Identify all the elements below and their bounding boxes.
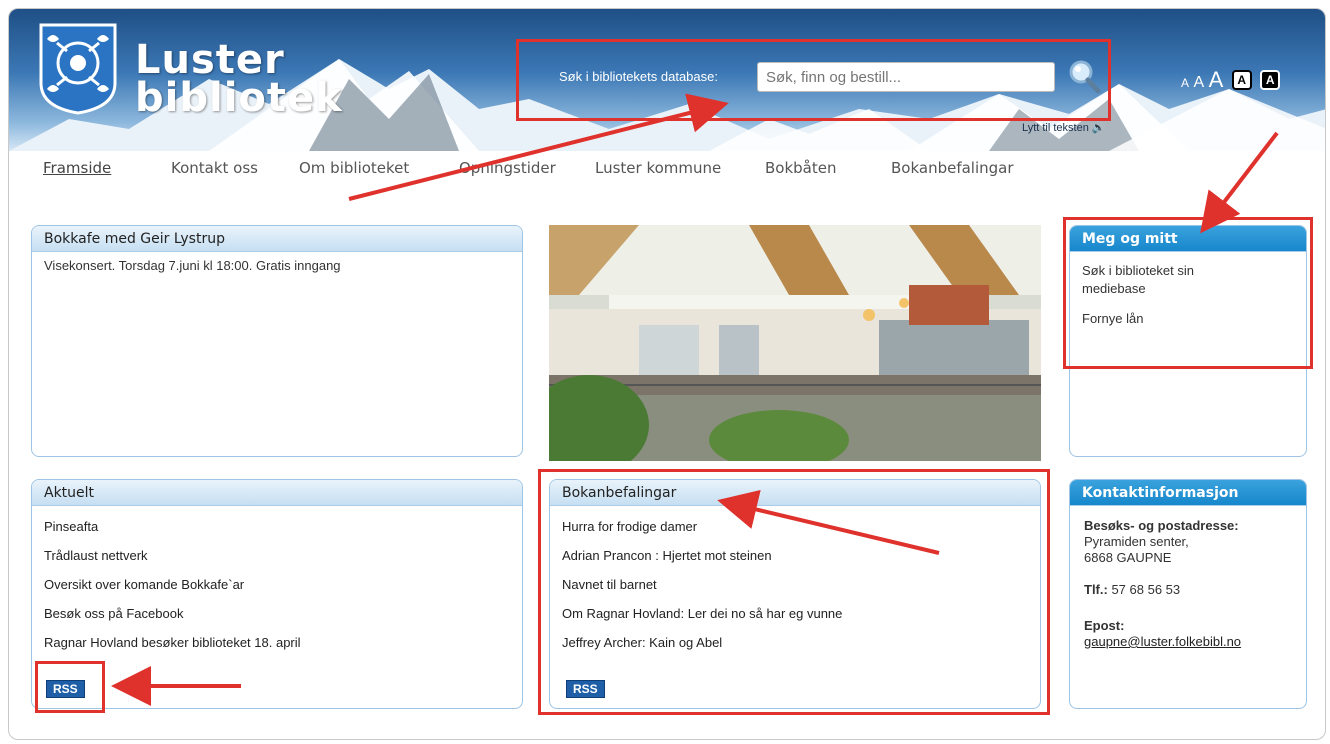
nav-item-kontakt-oss[interactable]: Kontakt oss <box>171 159 258 177</box>
bokkafe-text: Visekonsert. Torsdag 7.juni kl 18:00. Gr… <box>44 258 341 273</box>
address-label: Besøks- og postadresse: <box>1084 518 1239 533</box>
kontakt-panel: Kontaktinformasjon Besøks- og postadress… <box>1069 479 1307 709</box>
email-label: Epost: <box>1084 618 1125 633</box>
bokkafe-title[interactable]: Bokkafe med Geir Lystrup <box>32 226 522 252</box>
nav-item-bokanbefalingar[interactable]: Bokanbefalingar <box>891 159 1014 177</box>
aktuelt-list: Pinseafta Trådlaust nettverk Oversikt ov… <box>32 506 522 663</box>
aktuelt-item-facebook[interactable]: Besøk oss på Facebook <box>44 599 510 628</box>
font-size-small-button[interactable]: A <box>1181 76 1189 90</box>
search-input[interactable] <box>757 62 1055 92</box>
font-size-controls: A A A A A <box>1181 67 1281 93</box>
address-line-2: 6868 GAUPNE <box>1084 550 1172 565</box>
speaker-icon: 🔊 <box>1091 122 1106 134</box>
kontakt-body: Besøks- og postadresse: Pyramiden senter… <box>1070 506 1306 656</box>
logo-line-2: bibliotek <box>135 75 343 121</box>
search-label: Søk i bibliotekets database: <box>559 69 718 84</box>
contrast-high-button[interactable]: A <box>1260 70 1281 90</box>
browser-frame: Luster bibliotek Søk i bibliotekets data… <box>8 8 1326 740</box>
nav-item-framside[interactable]: Framside <box>43 159 111 177</box>
nav-item-luster-kommune[interactable]: Luster kommune <box>595 159 721 177</box>
site-header: Luster bibliotek Søk i bibliotekets data… <box>9 9 1325 151</box>
aktuelt-title[interactable]: Aktuelt <box>32 480 522 506</box>
listen-link-label: Lytt til teksten <box>1022 122 1089 134</box>
annotation-box-rss <box>35 661 105 713</box>
library-interior-photo <box>549 225 1041 461</box>
aktuelt-item-hovland[interactable]: Ragnar Hovland besøker biblioteket 18. a… <box>44 628 510 657</box>
search-icon[interactable] <box>1067 58 1101 94</box>
phone-label: Tlf.: <box>1084 582 1108 597</box>
annotation-box-bokanbefalingar <box>538 469 1050 715</box>
nav-item-om-biblioteket[interactable]: Om biblioteket <box>299 159 409 177</box>
aktuelt-item-pinseafta[interactable]: Pinseafta <box>44 512 510 541</box>
address-line-1: Pyramiden senter, <box>1084 534 1189 549</box>
logo-line-1: Luster <box>135 37 285 83</box>
phone-row: Tlf.: 57 68 56 53 <box>1084 582 1292 598</box>
site-logo-text[interactable]: Luster bibliotek <box>135 37 343 121</box>
bokkafe-panel: Bokkafe med Geir Lystrup Visekonsert. To… <box>31 225 523 457</box>
nav-item-opningstider[interactable]: Opningstider <box>459 159 556 177</box>
annotation-box-meg-og-mitt <box>1063 217 1313 369</box>
phone-number: 57 68 56 53 <box>1111 582 1181 597</box>
nav-item-bokbaten[interactable]: Bokbåten <box>765 159 836 177</box>
search-area: Søk i bibliotekets database: <box>516 39 1111 121</box>
kontakt-title: Kontaktinformasjon <box>1070 480 1306 506</box>
aktuelt-item-tradlaust[interactable]: Trådlaust nettverk <box>44 541 510 570</box>
email-link[interactable]: gaupne@luster.folkebibl.no <box>1084 634 1292 650</box>
font-size-medium-button[interactable]: A <box>1193 74 1204 91</box>
aktuelt-item-oversikt[interactable]: Oversikt over komande Bokkafe`ar <box>44 570 510 599</box>
listen-text-link[interactable]: Lytt til teksten 🔊 <box>1022 121 1106 134</box>
municipality-crest-logo[interactable] <box>39 23 117 115</box>
contrast-normal-button[interactable]: A <box>1231 70 1252 90</box>
font-size-large-button[interactable]: A <box>1209 67 1224 92</box>
